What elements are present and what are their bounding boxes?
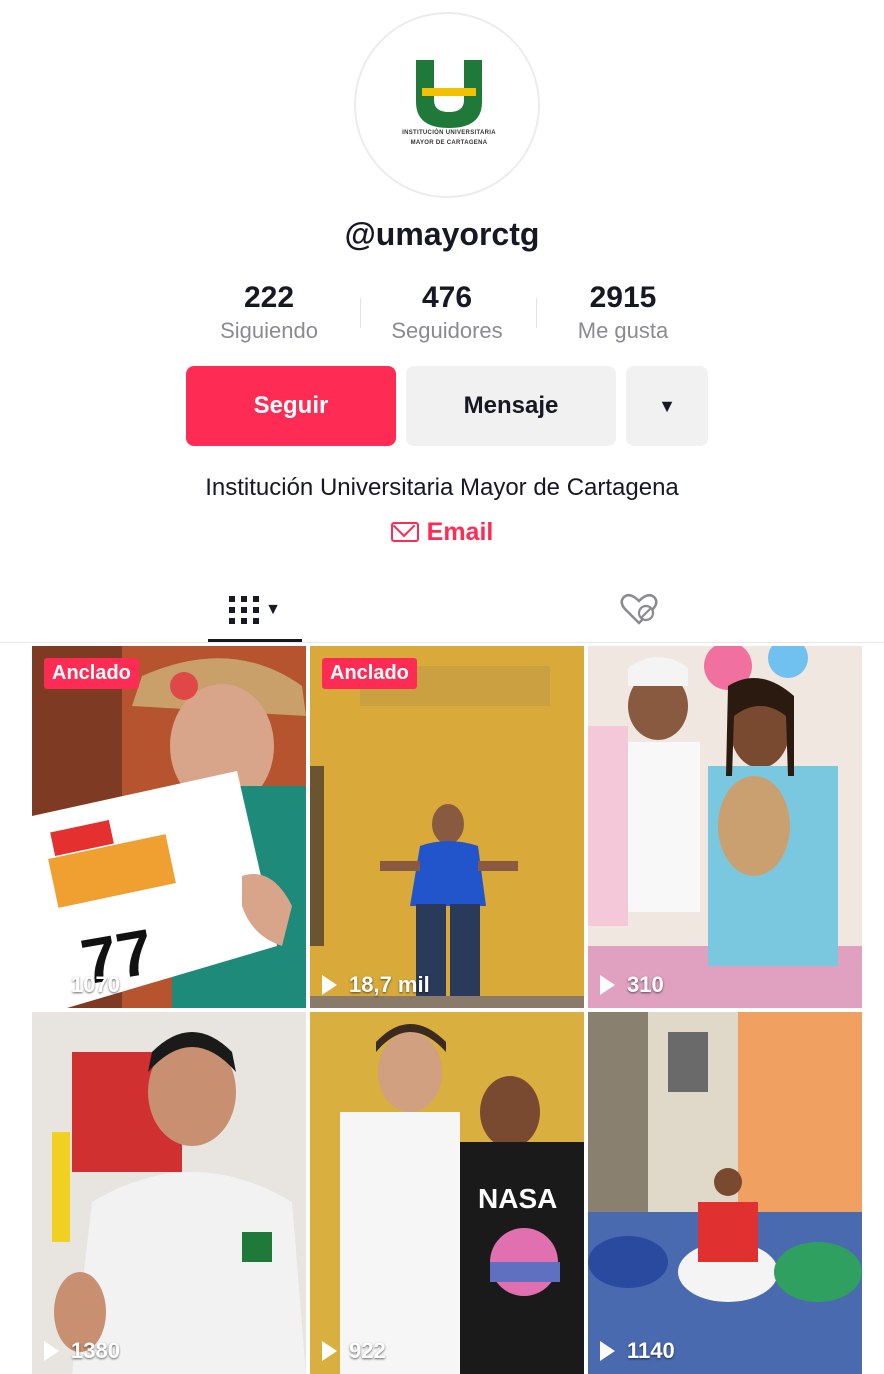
stat-divider xyxy=(360,298,361,328)
stat-followers[interactable]: 476 Seguidores xyxy=(362,280,532,344)
stat-followers-label: Seguidores xyxy=(391,318,503,343)
view-count-value: 1380 xyxy=(71,1338,120,1363)
message-button[interactable]: Mensaje xyxy=(406,366,616,446)
follow-button[interactable]: Seguir xyxy=(186,366,396,446)
video-thumbnail[interactable]: 310 xyxy=(588,646,862,1008)
university-logo-icon xyxy=(416,60,482,128)
play-icon xyxy=(44,1341,59,1361)
play-icon xyxy=(322,1341,337,1361)
email-label: Email xyxy=(426,518,494,546)
view-count-value: 18,7 mil xyxy=(349,972,430,997)
chevron-down-icon: ▼ xyxy=(265,601,281,618)
stat-likes-label: Me gusta xyxy=(577,318,669,343)
view-count-value: 1140 xyxy=(627,1338,675,1363)
video-thumbnail-image: 77 xyxy=(32,646,306,1008)
svg-text:NASA: NASA xyxy=(478,1183,557,1214)
grid-icon xyxy=(229,596,260,624)
stat-following-label: Siguiendo xyxy=(220,318,318,343)
logo-text-line1: INSTITUCIÓN UNIVERSITARIA xyxy=(402,130,496,136)
more-options-button[interactable]: ▼ xyxy=(626,366,708,446)
stat-divider xyxy=(536,298,537,328)
view-count-value: 310 xyxy=(627,972,664,997)
profile-handle: @umayorctg xyxy=(344,216,540,252)
video-thumbnail-image xyxy=(588,646,862,1008)
video-thumbnail[interactable]: NASA 922 xyxy=(310,1012,584,1374)
mail-icon xyxy=(390,522,419,542)
tab-videos[interactable]: ▼ xyxy=(208,580,302,640)
video-thumbnail-image xyxy=(310,646,584,1008)
video-thumbnail[interactable]: 1380 xyxy=(32,1012,306,1374)
view-count-value: 1070 xyxy=(71,972,120,997)
pinned-badge: Anclado xyxy=(322,658,417,689)
video-thumbnail[interactable]: 77 Anclado 1070 xyxy=(32,646,306,1008)
video-thumbnail-image xyxy=(588,1012,862,1374)
stat-following-value: 222 xyxy=(243,281,295,314)
view-count: 1140 xyxy=(600,1338,675,1364)
view-count: 922 xyxy=(322,1338,386,1364)
play-icon xyxy=(322,975,337,995)
heart-hidden-icon xyxy=(620,593,658,625)
play-icon xyxy=(44,975,59,995)
profile-avatar[interactable]: INSTITUCIÓN UNIVERSITARIA MAYOR DE CARTA… xyxy=(354,12,540,198)
profile-bio: Institución Universitaria Mayor de Carta… xyxy=(205,474,679,501)
video-thumbnail[interactable]: Anclado 18,7 mil xyxy=(310,646,584,1008)
tab-liked[interactable] xyxy=(592,580,686,640)
view-count: 1070 xyxy=(44,972,120,998)
caret-down-icon: ▼ xyxy=(658,395,676,416)
video-thumbnail-image xyxy=(32,1012,306,1374)
stat-likes[interactable]: 2915 Me gusta xyxy=(538,280,708,344)
logo-text-line2: MAYOR DE CARTAGENA xyxy=(410,140,488,146)
play-icon xyxy=(600,1341,615,1361)
view-count-value: 922 xyxy=(349,1338,386,1363)
play-icon xyxy=(600,975,615,995)
email-link[interactable]: Email xyxy=(0,518,884,547)
video-thumbnail[interactable]: 1140 xyxy=(588,1012,862,1374)
stat-followers-value: 476 xyxy=(421,281,473,314)
pinned-badge: Anclado xyxy=(44,658,139,689)
video-thumbnail-image: NASA xyxy=(310,1012,584,1374)
video-grid: 77 Anclado 1070 Anclado 18,7 mil 310 138… xyxy=(32,646,862,1374)
stat-likes-value: 2915 xyxy=(589,281,657,314)
tab-divider xyxy=(0,642,884,643)
view-count: 1380 xyxy=(44,1338,120,1364)
view-count: 18,7 mil xyxy=(322,972,430,998)
view-count: 310 xyxy=(600,972,664,998)
stat-following[interactable]: 222 Siguiendo xyxy=(184,280,354,344)
